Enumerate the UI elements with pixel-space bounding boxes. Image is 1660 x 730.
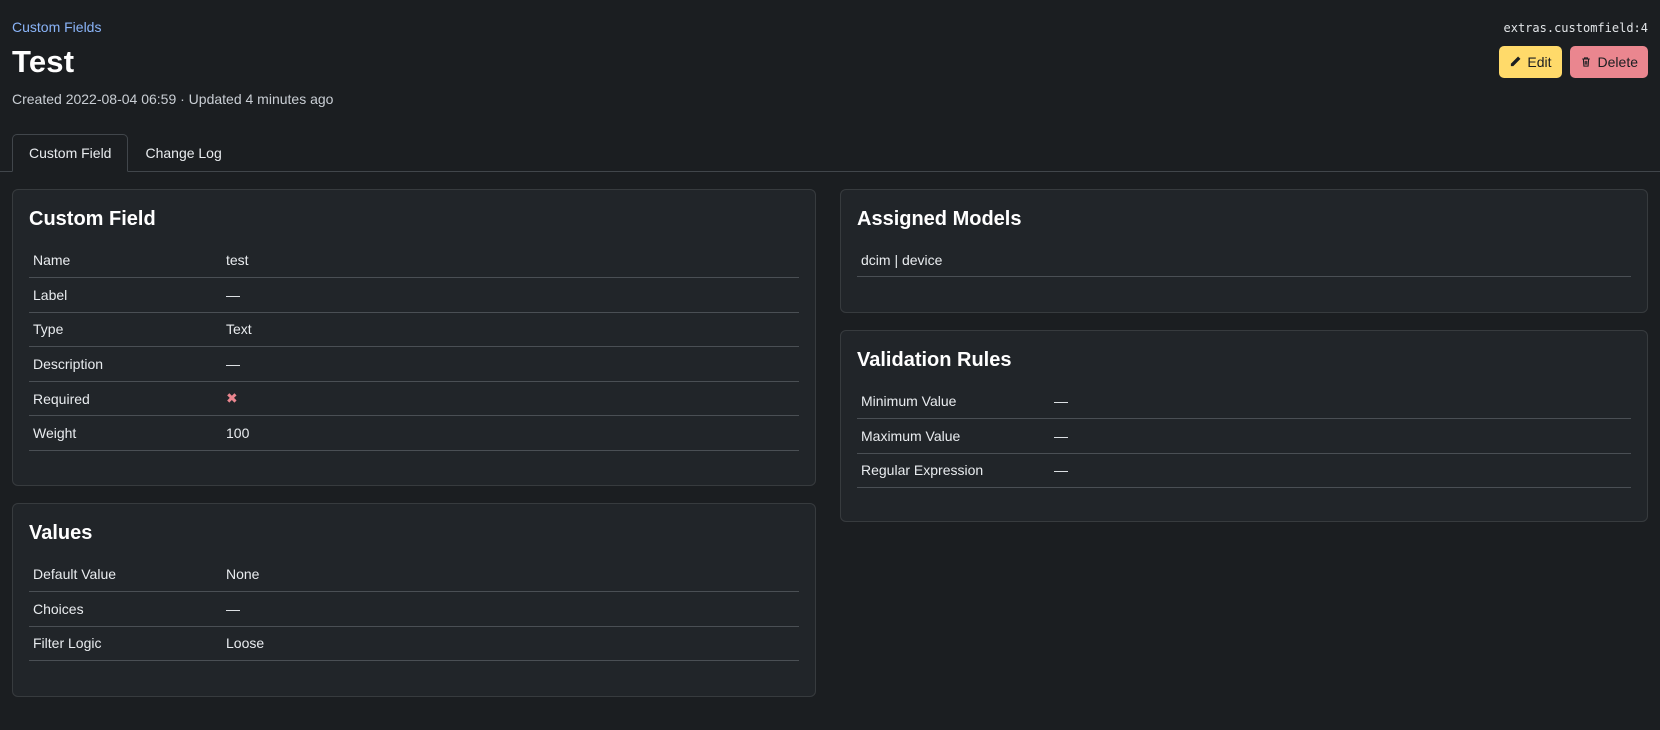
tab-change-log[interactable]: Change Log [128, 134, 238, 172]
table-row: Maximum Value — [857, 418, 1631, 454]
table-row: Regular Expression — [857, 453, 1631, 489]
attr-key: Filter Logic [29, 626, 222, 662]
attr-value: — [222, 277, 799, 313]
table-row: Label — [29, 277, 799, 313]
edit-button-label: Edit [1527, 54, 1552, 70]
attr-value: — [1050, 384, 1631, 420]
table-row: Description — [29, 346, 799, 382]
trash-icon [1581, 57, 1590, 67]
object-meta: Created 2022-08-04 06:59 · Updated 4 min… [12, 91, 334, 107]
table-row: Name test [29, 243, 799, 279]
attr-value: — [222, 591, 799, 627]
table-row: Type Text [29, 312, 799, 348]
tab-divider [0, 171, 1660, 172]
attr-value: test [222, 243, 799, 279]
attr-value: Text [222, 312, 799, 348]
page-header: Custom Fields Test Created 2022-08-04 06… [12, 0, 1648, 172]
custom-field-card: Custom Field Name test Label — Type Text… [12, 189, 816, 486]
attr-key: Required [29, 381, 222, 417]
attr-value: ✖ [222, 381, 799, 417]
page-title: Test [12, 44, 75, 79]
values-card: Values Default Value None Choices — Filt… [12, 503, 816, 697]
table-row: Choices — [29, 591, 799, 627]
tab-bar: Custom Field Change Log [12, 134, 239, 172]
delete-button[interactable]: Delete [1569, 46, 1648, 78]
attr-key: Type [29, 312, 222, 348]
table-row: Filter Logic Loose [29, 626, 799, 662]
object-identifier: extras.customfield:4 [1503, 21, 1649, 35]
attr-key: Description [29, 346, 222, 382]
card-title-validation-rules: Validation Rules [857, 349, 1012, 371]
card-title-values: Values [29, 522, 93, 544]
attr-value: None [222, 557, 799, 593]
attr-key: Choices [29, 591, 222, 627]
attr-key: Maximum Value [857, 418, 1050, 454]
attr-value: 100 [222, 415, 799, 452]
card-title-custom-field: Custom Field [29, 208, 156, 230]
attr-value: — [1050, 418, 1631, 454]
pencil-icon [1511, 56, 1521, 67]
card-title-assigned-models: Assigned Models [857, 208, 1022, 230]
assigned-models-card: Assigned Models dcim | device [840, 189, 1648, 313]
tab-custom-field[interactable]: Custom Field [12, 134, 129, 172]
validation-rules-card: Validation Rules Minimum Value — Maximum… [840, 330, 1648, 522]
attr-value: — [222, 346, 799, 382]
table-row: Minimum Value — [857, 384, 1631, 420]
attr-key: Regular Expression [857, 453, 1050, 489]
action-buttons: Edit Delete [1499, 46, 1648, 78]
table-row: Required ✖ [29, 381, 799, 417]
table-row: Default Value None [29, 557, 799, 593]
breadcrumb-custom-fields[interactable]: Custom Fields [12, 19, 101, 35]
attr-key: Minimum Value [857, 384, 1050, 420]
attr-key: Label [29, 277, 222, 313]
custom-field-table: Name test Label — Type Text Description … [29, 243, 799, 452]
attr-key: Weight [29, 415, 222, 452]
false-x-icon: ✖ [226, 390, 238, 407]
edit-button[interactable]: Edit [1499, 46, 1562, 78]
values-table: Default Value None Choices — Filter Logi… [29, 557, 799, 662]
list-item: dcim | device [857, 243, 1631, 277]
attr-key: Name [29, 243, 222, 279]
table-row: Weight 100 [29, 415, 799, 452]
delete-button-label: Delete [1597, 54, 1638, 70]
attr-value: Loose [222, 626, 799, 662]
validation-rules-table: Minimum Value — Maximum Value — Regular … [857, 384, 1631, 489]
attr-key: Default Value [29, 557, 222, 593]
attr-value: — [1050, 453, 1631, 489]
